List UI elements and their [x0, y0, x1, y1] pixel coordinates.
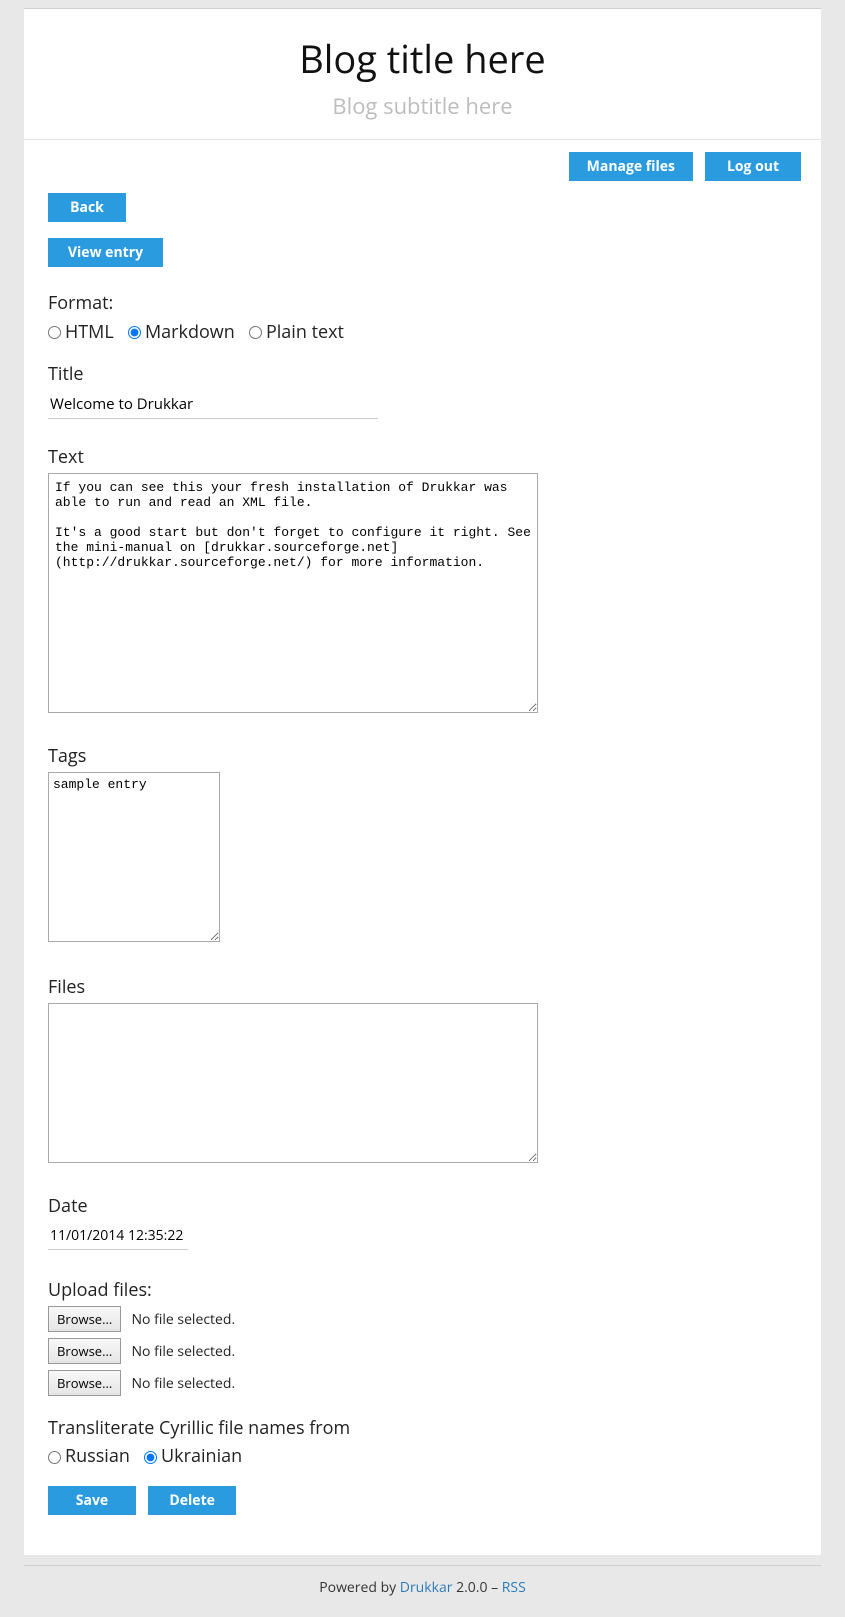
format-option-plain[interactable]: Plain text — [249, 320, 344, 344]
footer-rss-link[interactable]: RSS — [502, 1578, 526, 1597]
transliterate-label: Transliterate Cyrillic file names from — [48, 1416, 821, 1440]
manage-files-button[interactable]: Manage files — [569, 152, 693, 181]
format-label: Format: — [48, 291, 821, 315]
files-textarea[interactable] — [48, 1003, 538, 1163]
format-radio-plain[interactable] — [249, 326, 262, 339]
no-file-text-3: No file selected. — [132, 1374, 236, 1393]
text-textarea[interactable] — [48, 473, 538, 713]
format-radio-markdown[interactable] — [128, 326, 141, 339]
format-radio-markdown-label: Markdown — [145, 320, 235, 344]
text-label: Text — [48, 445, 821, 469]
no-file-text-1: No file selected. — [132, 1310, 236, 1329]
no-file-text-2: No file selected. — [132, 1342, 236, 1361]
footer-app-link[interactable]: Drukkar — [400, 1578, 453, 1597]
title-input[interactable] — [48, 390, 378, 419]
files-label: Files — [48, 975, 821, 999]
translit-radio-russian[interactable] — [48, 1451, 61, 1464]
save-button[interactable]: Save — [48, 1486, 136, 1515]
action-button-row: Save Delete — [48, 1486, 821, 1531]
browse-button-1[interactable]: Browse... — [48, 1306, 121, 1332]
tags-label: Tags — [48, 744, 821, 768]
upload-files-label: Upload files: — [48, 1278, 821, 1302]
log-out-button[interactable]: Log out — [705, 152, 801, 181]
translit-radio-group: Russian Ukrainian — [48, 1444, 821, 1469]
blog-title: Blog title here — [24, 33, 821, 85]
translit-option-ukrainian[interactable]: Ukrainian — [144, 1444, 242, 1468]
upload-row-2: Browse... No file selected. — [48, 1338, 821, 1364]
format-radio-html[interactable] — [48, 326, 61, 339]
blog-subtitle: Blog subtitle here — [24, 91, 821, 121]
title-label: Title — [48, 362, 821, 386]
delete-button[interactable]: Delete — [148, 1486, 236, 1515]
format-radio-plain-label: Plain text — [266, 320, 344, 344]
browse-button-2[interactable]: Browse... — [48, 1338, 121, 1364]
translit-radio-ukrainian-label: Ukrainian — [161, 1444, 242, 1468]
upload-row-3: Browse... No file selected. — [48, 1370, 821, 1396]
translit-radio-russian-label: Russian — [65, 1444, 130, 1468]
browse-button-3[interactable]: Browse... — [48, 1370, 121, 1396]
upload-row-1: Browse... No file selected. — [48, 1306, 821, 1332]
format-radio-html-label: HTML — [65, 320, 114, 344]
translit-radio-ukrainian[interactable] — [144, 1451, 157, 1464]
footer-powered-by: Powered by — [319, 1578, 400, 1597]
tags-textarea[interactable] — [48, 772, 220, 942]
date-input[interactable] — [48, 1222, 188, 1250]
format-option-markdown[interactable]: Markdown — [128, 320, 235, 344]
format-option-html[interactable]: HTML — [48, 320, 114, 344]
page-header: Blog title here Blog subtitle here — [24, 9, 821, 140]
back-button[interactable]: Back — [48, 193, 126, 222]
format-radio-group: HTML Markdown Plain text — [48, 319, 821, 344]
view-entry-button[interactable]: View entry — [48, 238, 163, 267]
footer-version: 2.0.0 – — [452, 1578, 501, 1597]
date-label: Date — [48, 1194, 821, 1218]
footer: Powered by Drukkar 2.0.0 – RSS — [24, 1565, 821, 1617]
top-button-bar: Manage files Log out — [24, 140, 821, 185]
translit-option-russian[interactable]: Russian — [48, 1444, 130, 1468]
